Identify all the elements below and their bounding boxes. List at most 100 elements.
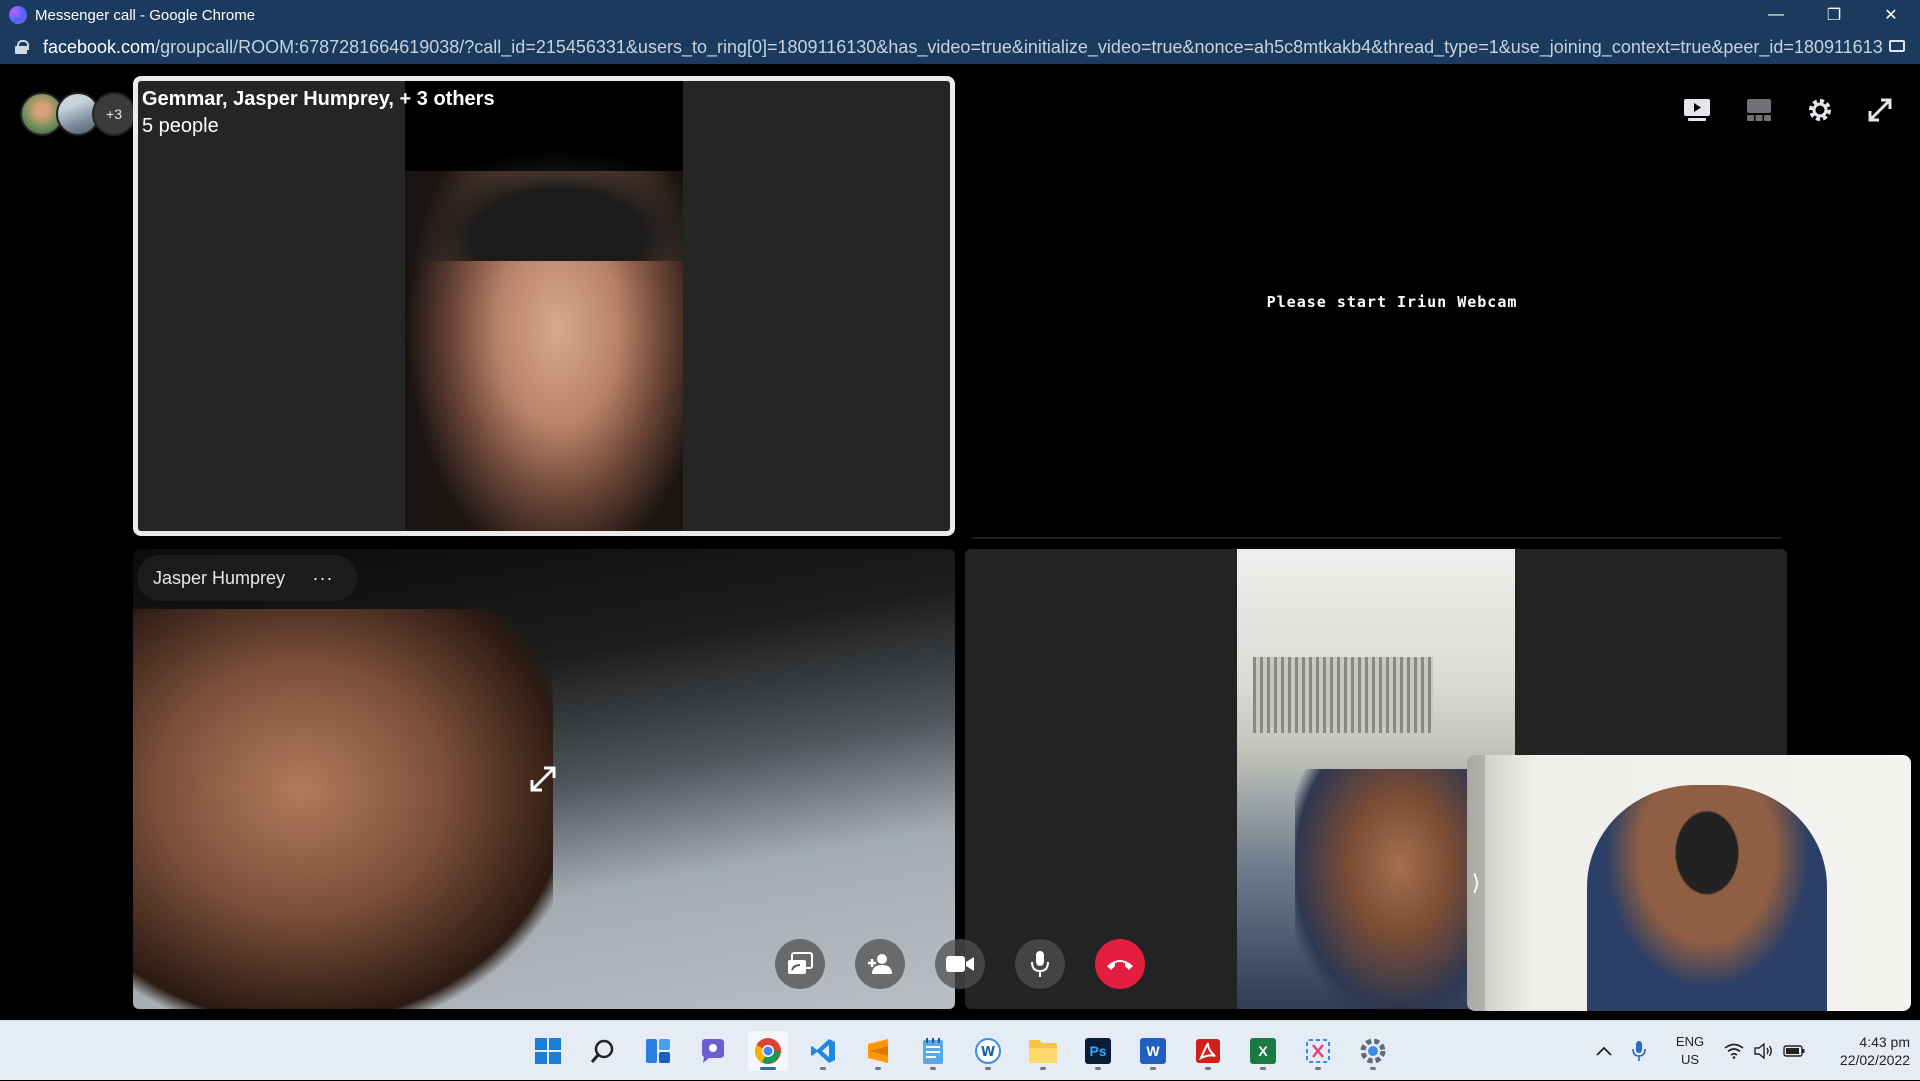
- participant-name-pill: Jasper Humprey ···: [137, 555, 358, 601]
- microphone-icon: [1031, 951, 1049, 977]
- search-icon: [590, 1039, 614, 1063]
- taskbar-clock[interactable]: 4:43 pm 22/02/2022: [1810, 1033, 1910, 1069]
- fullscreen-icon: [1868, 98, 1892, 122]
- taskbar-word[interactable]: W: [1133, 1031, 1173, 1071]
- expand-tile-icon[interactable]: [528, 764, 558, 794]
- word-icon: W: [1140, 1038, 1166, 1064]
- settings-gear-icon: [1360, 1038, 1386, 1064]
- chevron-up-icon: [1596, 1046, 1612, 1056]
- running-indicator: [875, 1067, 881, 1070]
- taskbar-excel[interactable]: X: [1243, 1031, 1283, 1071]
- running-indicator: [1205, 1067, 1211, 1070]
- taskbar-search[interactable]: [583, 1031, 623, 1071]
- wordpad-icon: W: [975, 1038, 1001, 1064]
- video-window: [1253, 657, 1433, 733]
- acrobat-icon: [1196, 1039, 1220, 1063]
- video-hair: [405, 151, 683, 261]
- folder-icon: [1029, 1040, 1057, 1063]
- people-count: 5 people: [142, 115, 219, 137]
- restore-button[interactable]: ❐: [1805, 0, 1863, 30]
- battery-icon: [1783, 1045, 1805, 1057]
- fullscreen-button[interactable]: [1858, 88, 1902, 132]
- running-indicator: [1315, 1067, 1321, 1070]
- video-tile-webcam[interactable]: Please start Iriun Webcam: [968, 76, 1786, 536]
- share-screen-icon: [788, 952, 813, 974]
- tray-wifi[interactable]: [1722, 1021, 1746, 1081]
- participant-video: [133, 609, 553, 1009]
- taskbar-wordpad[interactable]: W: [968, 1031, 1008, 1071]
- grid-layout-icon: [1747, 99, 1771, 121]
- mic-toggle-button[interactable]: [1015, 939, 1065, 989]
- video-camera-icon: [946, 956, 974, 972]
- minimize-icon: —: [1768, 6, 1784, 23]
- watch-together-button[interactable]: [1675, 88, 1719, 132]
- running-indicator: [1260, 1067, 1266, 1070]
- taskbar-acrobat[interactable]: [1188, 1031, 1228, 1071]
- lock-icon[interactable]: [15, 40, 29, 54]
- close-button[interactable]: ✕: [1862, 0, 1920, 30]
- add-people-button[interactable]: [855, 939, 905, 989]
- excel-icon: X: [1250, 1038, 1276, 1064]
- running-indicator: [1040, 1067, 1046, 1070]
- self-video: [1587, 785, 1827, 1011]
- notepad-icon: [923, 1038, 943, 1064]
- video-toggle-button[interactable]: [935, 939, 985, 989]
- more-participants-badge[interactable]: +3: [92, 92, 136, 136]
- taskbar-chrome[interactable]: [748, 1031, 788, 1071]
- tray-volume[interactable]: [1752, 1021, 1776, 1081]
- tile-divider: [972, 537, 1782, 539]
- call-header: Gemmar, Jasper Humprey, + 3 others 5 peo…: [142, 88, 495, 138]
- share-screen-button[interactable]: [775, 939, 825, 989]
- add-person-icon: [868, 954, 892, 974]
- running-indicator: [820, 1067, 826, 1070]
- tray-battery[interactable]: [1782, 1021, 1806, 1081]
- collapse-self-view-button[interactable]: ⟩: [1467, 755, 1485, 1011]
- hang-up-icon: [1107, 960, 1133, 970]
- taskbar-snipping-tool[interactable]: [1298, 1031, 1338, 1071]
- wifi-icon: [1724, 1043, 1744, 1059]
- clock-time: 4:43 pm: [1859, 1034, 1910, 1050]
- show-hidden-icons-button[interactable]: [1592, 1021, 1616, 1081]
- self-view[interactable]: ⟩: [1467, 755, 1911, 1011]
- settings-button[interactable]: [1798, 88, 1842, 132]
- close-icon: ✕: [1884, 7, 1898, 24]
- snipping-tool-icon: [1306, 1039, 1330, 1063]
- url-host: facebook.com: [43, 36, 156, 57]
- taskbar-sublime[interactable]: [858, 1031, 898, 1071]
- gear-icon: [1809, 99, 1831, 121]
- taskbar-notepad[interactable]: [913, 1031, 953, 1071]
- tray-microphone[interactable]: [1627, 1021, 1651, 1081]
- restore-icon: ❐: [1826, 7, 1842, 24]
- chrome-icon: [755, 1038, 781, 1064]
- language-indicator[interactable]: ENG US: [1670, 1033, 1710, 1069]
- running-indicator: [985, 1067, 991, 1070]
- layout-button[interactable]: [1737, 88, 1781, 132]
- end-call-button[interactable]: [1095, 939, 1145, 989]
- window-titlebar: Messenger call - Google Chrome: [0, 0, 1920, 30]
- video-tile-active[interactable]: [133, 76, 955, 536]
- participant-avatars[interactable]: +3: [20, 92, 136, 136]
- play-screen-icon: [1684, 99, 1710, 121]
- taskbar-vscode[interactable]: [803, 1031, 843, 1071]
- active-indicator: [760, 1067, 776, 1070]
- taskbar: W Ps W X ENG US 4:43 pm 22/02/2022: [0, 1020, 1920, 1080]
- running-indicator: [1095, 1067, 1101, 1070]
- volume-icon: [1754, 1043, 1772, 1059]
- taskbar-photoshop[interactable]: Ps: [1078, 1031, 1118, 1071]
- photoshop-icon: Ps: [1085, 1038, 1111, 1064]
- participant-name: Jasper Humprey: [153, 567, 286, 588]
- sublime-text-icon: [868, 1039, 888, 1063]
- cast-icon[interactable]: [1889, 40, 1905, 52]
- svg-text:W: W: [981, 1045, 995, 1060]
- address-bar[interactable]: facebook.com/groupcall/ROOM:678728166461…: [0, 30, 1920, 64]
- more-options-button[interactable]: ···: [305, 560, 341, 596]
- url-text[interactable]: facebook.com/groupcall/ROOM:678728166461…: [43, 37, 1883, 58]
- minimize-button[interactable]: —: [1747, 0, 1805, 30]
- taskbar-settings[interactable]: [1353, 1031, 1393, 1071]
- taskbar-chat[interactable]: [693, 1031, 733, 1071]
- chat-icon: [702, 1039, 724, 1063]
- taskbar-file-explorer[interactable]: [1023, 1031, 1063, 1071]
- start-button[interactable]: [528, 1031, 568, 1071]
- taskbar-widgets[interactable]: [638, 1031, 678, 1071]
- messenger-icon: [9, 6, 27, 24]
